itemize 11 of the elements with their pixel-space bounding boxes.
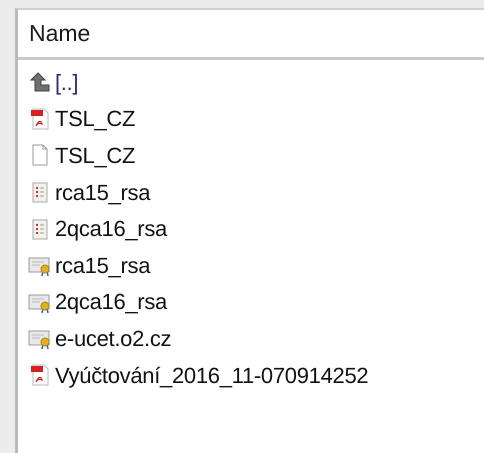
up-arrow-icon: [28, 70, 52, 94]
file-row[interactable]: rca15_rsa: [18, 174, 484, 210]
file-row[interactable]: rca15_rsa: [18, 246, 484, 284]
file-row[interactable]: [..]: [18, 64, 484, 101]
file-row[interactable]: TSL_CZ: [18, 100, 484, 138]
file-row[interactable]: Vyúčtování_2016_11-070914252: [18, 356, 484, 394]
file-row[interactable]: 2qca16_rsa: [18, 210, 484, 247]
file-row[interactable]: 2qca16_rsa: [18, 284, 484, 320]
file-row[interactable]: TSL_CZ: [18, 137, 484, 174]
file-row[interactable]: e-ucet.o2.cz: [18, 320, 484, 357]
column-header[interactable]: Name: [18, 10, 484, 60]
